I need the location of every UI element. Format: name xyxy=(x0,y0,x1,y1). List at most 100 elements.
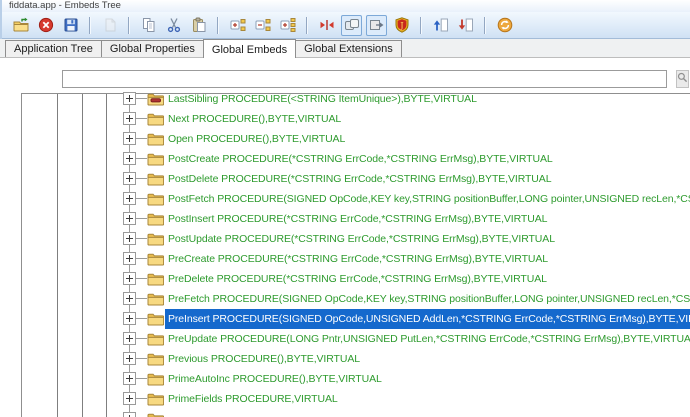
template-shield-button[interactable]: J xyxy=(391,15,412,36)
tree-row[interactable] xyxy=(0,409,690,417)
folder-icon xyxy=(147,312,164,326)
copy-icon xyxy=(141,17,157,33)
tree-row[interactable]: PrimeFields PROCEDURE,VIRTUAL xyxy=(0,389,690,409)
tree-row[interactable]: Open PROCEDURE(),BYTE,VIRTUAL xyxy=(0,129,690,149)
window-title: fiddata.app - Embeds Tree xyxy=(9,0,121,11)
expand-plus-box[interactable] xyxy=(123,232,136,245)
tree-row[interactable]: PreDelete PROCEDURE(*CSTRING ErrCode,*CS… xyxy=(0,269,690,289)
expand-plus-box[interactable] xyxy=(123,272,136,285)
shield-icon: J xyxy=(394,17,410,33)
tree-connector-line xyxy=(136,298,147,299)
move-up-button[interactable] xyxy=(430,15,451,36)
arrow-up-icon xyxy=(433,17,449,33)
tree-item-label[interactable]: PreInsert PROCEDURE(SIGNED OpCode,UNSIGN… xyxy=(165,309,690,329)
expand-plus-box[interactable] xyxy=(123,312,136,325)
contract-branch-button[interactable] xyxy=(252,15,273,36)
tree-row[interactable]: PostUpdate PROCEDURE(*CSTRING ErrCode,*C… xyxy=(0,229,690,249)
tab-global-extensions[interactable]: Global Extensions xyxy=(295,40,402,57)
save-button[interactable] xyxy=(60,15,81,36)
tree-item-label[interactable]: PostUpdate PROCEDURE(*CSTRING ErrCode,*C… xyxy=(165,229,690,249)
tree-item-label[interactable]: PostInsert PROCEDURE(*CSTRING ErrCode,*C… xyxy=(165,209,690,229)
folder-icon xyxy=(147,152,164,166)
expand-plus-box[interactable] xyxy=(123,112,136,125)
tree-row[interactable]: PostFetch PROCEDURE(SIGNED OpCode,KEY ke… xyxy=(0,189,690,209)
folder-icon xyxy=(147,272,164,286)
close-button[interactable] xyxy=(35,15,56,36)
expand-plus-box[interactable] xyxy=(123,412,136,417)
window-left-edge xyxy=(0,0,2,39)
magnifier-icon xyxy=(677,70,688,88)
expand-plus-box[interactable] xyxy=(123,332,136,345)
refresh-button[interactable] xyxy=(494,15,515,36)
tree-row[interactable]: PreCreate PROCEDURE(*CSTRING ErrCode,*CS… xyxy=(0,249,690,269)
tree-item-label[interactable]: PostFetch PROCEDURE(SIGNED OpCode,KEY ke… xyxy=(165,189,690,209)
expand-branch-button[interactable] xyxy=(227,15,248,36)
expand-plus-box[interactable] xyxy=(123,132,136,145)
expand-plus-box[interactable] xyxy=(123,352,136,365)
tab-global-embeds[interactable]: Global Embeds xyxy=(203,39,296,58)
svg-text:J: J xyxy=(399,21,404,31)
tree-connector-line xyxy=(136,318,147,319)
folder-icon xyxy=(147,392,164,406)
show-filled-embeds-toggle[interactable] xyxy=(341,15,362,36)
expand-plus-box[interactable] xyxy=(123,212,136,225)
tree-item-label[interactable]: PreUpdate PROCEDURE(LONG Pntr,UNSIGNED P… xyxy=(165,329,690,349)
copy-button[interactable] xyxy=(138,15,159,36)
tree-item-label[interactable]: PostCreate PROCEDURE(*CSTRING ErrCode,*C… xyxy=(165,149,690,169)
tree-row[interactable]: Previous PROCEDURE(),BYTE,VIRTUAL xyxy=(0,349,690,369)
tree-item-label[interactable]: PrimeAutoInc PROCEDURE(),BYTE,VIRTUAL xyxy=(165,369,690,389)
expand-all-button[interactable] xyxy=(277,15,298,36)
expand-plus-box[interactable] xyxy=(123,292,136,305)
tree-item-label[interactable]: PrimeFields PROCEDURE,VIRTUAL xyxy=(165,389,690,409)
tree-row[interactable]: PreFetch PROCEDURE(SIGNED OpCode,KEY key… xyxy=(0,289,690,309)
tree-row[interactable]: PostInsert PROCEDURE(*CSTRING ErrCode,*C… xyxy=(0,209,690,229)
tree-row[interactable]: PostDelete PROCEDURE(*CSTRING ErrCode,*C… xyxy=(0,169,690,189)
refresh-icon xyxy=(497,17,513,33)
expand-plus-box[interactable] xyxy=(123,392,136,405)
tree-item-label[interactable]: PreCreate PROCEDURE(*CSTRING ErrCode,*CS… xyxy=(165,249,690,269)
tree-row[interactable]: PostCreate PROCEDURE(*CSTRING ErrCode,*C… xyxy=(0,149,690,169)
expand-plus-box[interactable] xyxy=(123,372,136,385)
tree-item-label[interactable]: PreDelete PROCEDURE(*CSTRING ErrCode,*CS… xyxy=(165,269,690,289)
tree-row[interactable]: PrimeAutoInc PROCEDURE(),BYTE,VIRTUAL xyxy=(0,369,690,389)
cut-icon xyxy=(166,17,182,33)
embeds-view-icon xyxy=(344,17,360,33)
arrow-down-icon xyxy=(458,17,474,33)
folder-embed-icon xyxy=(147,92,164,106)
tree-item-label[interactable]: PostDelete PROCEDURE(*CSTRING ErrCode,*C… xyxy=(165,169,690,189)
page-button xyxy=(99,15,120,36)
expand-plus-box[interactable] xyxy=(123,192,136,205)
filter-search-button[interactable] xyxy=(676,70,689,88)
expand-plus-box[interactable] xyxy=(123,152,136,165)
tree-contract-icon xyxy=(255,17,271,33)
toolbar-separator xyxy=(128,17,130,34)
expand-plus-box[interactable] xyxy=(123,252,136,265)
expand-plus-box[interactable] xyxy=(123,172,136,185)
move-down-button[interactable] xyxy=(455,15,476,36)
tree-item-label[interactable]: LastSibling PROCEDURE(<STRING ItemUnique… xyxy=(165,89,690,109)
show-embed-source-toggle[interactable] xyxy=(366,15,387,36)
folder-icon xyxy=(147,292,164,306)
tree-connector-line xyxy=(136,258,147,259)
cut-button[interactable] xyxy=(163,15,184,36)
tree-row[interactable]: PreUpdate PROCEDURE(LONG Pntr,UNSIGNED P… xyxy=(0,329,690,349)
title-bar[interactable]: fiddata.app - Embeds Tree xyxy=(0,0,690,12)
open-application-button[interactable] xyxy=(10,15,31,36)
tab-global-properties[interactable]: Global Properties xyxy=(101,40,204,57)
toolbar-separator xyxy=(89,17,91,34)
tree-item-label[interactable]: Open PROCEDURE(),BYTE,VIRTUAL xyxy=(165,129,690,149)
tree-expand-all-icon xyxy=(280,17,296,33)
tree-row[interactable]: Next PROCEDURE(),BYTE,VIRTUAL xyxy=(0,109,690,129)
expand-plus-box[interactable] xyxy=(123,92,136,105)
paste-button[interactable] xyxy=(188,15,209,36)
tree-item-label[interactable]: Next PROCEDURE(),BYTE,VIRTUAL xyxy=(165,109,690,129)
tree-item-label[interactable]: PreFetch PROCEDURE(SIGNED OpCode,KEY key… xyxy=(165,289,690,309)
tree-item-label[interactable]: Previous PROCEDURE(),BYTE,VIRTUAL xyxy=(165,349,690,369)
contract-all-button[interactable] xyxy=(316,15,337,36)
folder-icon xyxy=(147,332,164,346)
tree-row[interactable]: PreInsert PROCEDURE(SIGNED OpCode,UNSIGN… xyxy=(0,309,690,329)
embed-filter-input[interactable] xyxy=(62,70,667,88)
tree-row[interactable]: LastSibling PROCEDURE(<STRING ItemUnique… xyxy=(0,89,690,109)
tree-connector-line xyxy=(136,338,147,339)
tab-application-tree[interactable]: Application Tree xyxy=(5,40,102,57)
